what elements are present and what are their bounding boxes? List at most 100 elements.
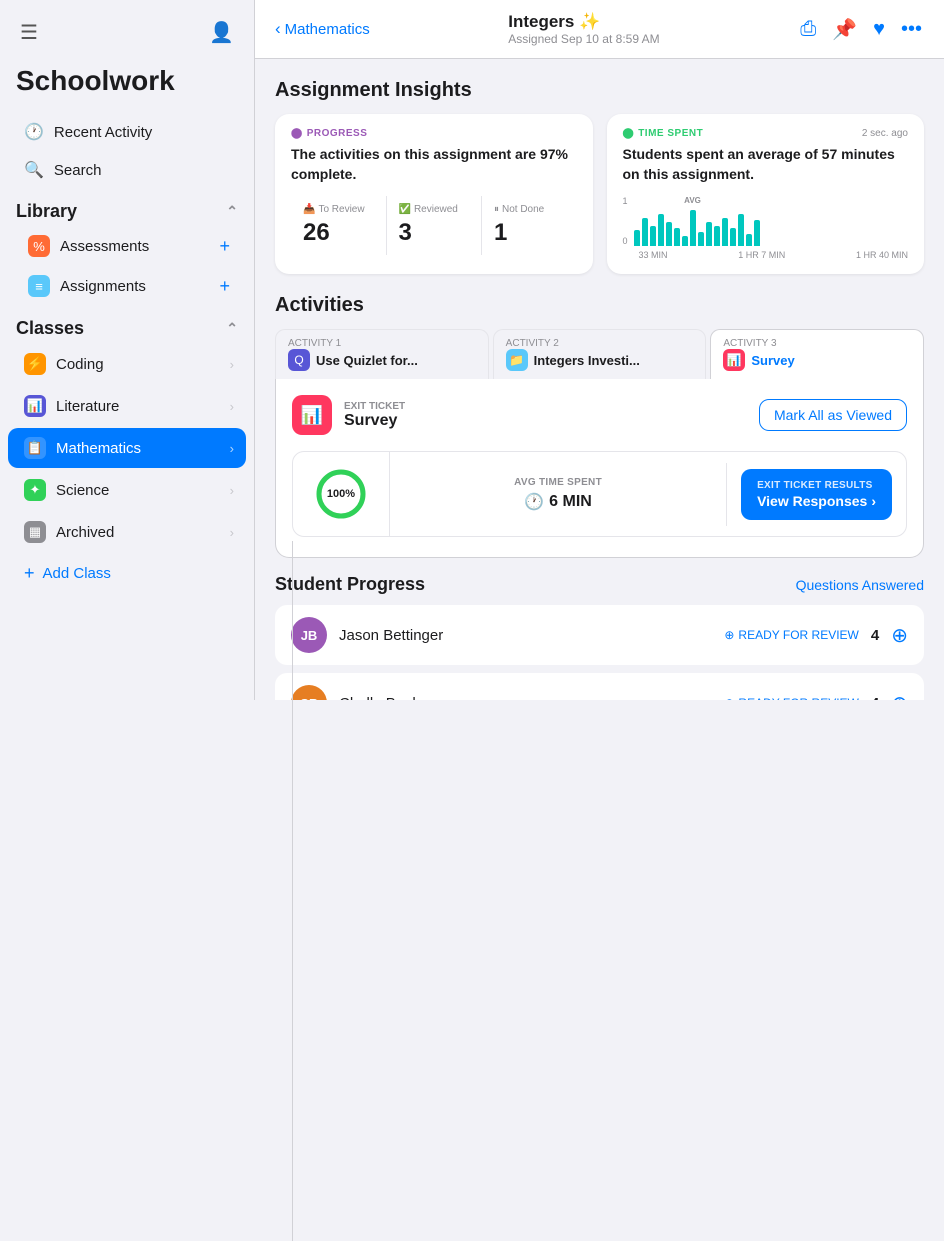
- student-progress-section: Student Progress Questions Answered JB J…: [275, 574, 924, 700]
- exit-ticket-label: EXIT TICKET: [344, 401, 405, 412]
- coding-class-icon: ⚡: [24, 353, 46, 375]
- assignments-icon: ≡: [28, 275, 50, 297]
- mark-all-viewed-button[interactable]: Mark All as Viewed: [759, 399, 907, 431]
- science-chevron-icon: ›: [230, 483, 234, 498]
- activity-content: 📊 EXIT TICKET Survey Mark All as Viewed: [275, 379, 924, 558]
- assigned-date: Assigned Sep 10 at 8:59 AM: [508, 32, 659, 46]
- library-section-title[interactable]: Library ⌃: [0, 189, 254, 226]
- progress-dot-icon: ⬤: [291, 128, 303, 139]
- avg-label: AVG: [684, 196, 701, 205]
- bar-4: [658, 214, 664, 246]
- folder-icon: 📁: [506, 349, 528, 371]
- exit-ticket-icon: 📊: [292, 395, 332, 435]
- time-dot-icon: ⬤: [623, 128, 635, 139]
- chart-label-2: 1 HR 7 MIN: [738, 250, 785, 260]
- clock-small-icon: 🕐: [524, 492, 544, 512]
- chart-label-1: 33 MIN: [639, 250, 668, 260]
- archived-chevron-icon: ›: [230, 525, 234, 540]
- bar-10: [714, 226, 720, 246]
- ready-badge-jb: ⊕ READY FOR REVIEW: [724, 628, 859, 642]
- main-content: ‹ Mathematics Integers ✨ Assigned Sep 10…: [255, 0, 944, 700]
- favorite-button[interactable]: ♥: [871, 16, 887, 43]
- bar-11: [722, 218, 728, 246]
- survey-tab-icon: 📊: [723, 349, 745, 371]
- inbox-icon: 📥: [303, 204, 315, 215]
- activities-section: Activities ACTIVITY 1 Q Use Quizlet for.…: [275, 294, 924, 558]
- assessments-icon: %: [28, 235, 50, 257]
- student-progress-title: Student Progress: [275, 574, 425, 595]
- time-ago: 2 sec. ago: [862, 128, 908, 139]
- activity-tab-1[interactable]: ACTIVITY 1 Q Use Quizlet for...: [275, 329, 489, 379]
- bar-5: [666, 222, 672, 246]
- bar-2: [642, 218, 648, 246]
- sidebar-item-mathematics[interactable]: 📋 Mathematics ›: [8, 428, 246, 468]
- share-button[interactable]: ⎙: [798, 16, 818, 43]
- questions-answered-link[interactable]: Questions Answered: [796, 577, 924, 593]
- student-score-cb: 4: [871, 695, 879, 700]
- insights-row: ⬤ PROGRESS The activities on this assign…: [275, 114, 924, 274]
- metrics-row: 100% AVG TIME SPENT 🕐 6 MIN: [292, 451, 907, 537]
- activity-tab-3[interactable]: ACTIVITY 3 📊 Survey: [710, 329, 924, 379]
- user-profile-button[interactable]: 👤: [205, 16, 238, 49]
- student-row-cb: CB Chella Boehm ⊕ READY FOR REVIEW 4 ⊕: [275, 673, 924, 700]
- view-responses-action: View Responses ›: [757, 492, 876, 510]
- more-options-button[interactable]: •••: [899, 16, 924, 43]
- bar-chart-labels: 33 MIN 1 HR 7 MIN 1 HR 40 MIN: [623, 250, 909, 260]
- view-responses-label: EXIT TICKET RESULTS: [757, 479, 876, 492]
- avg-time-label: AVG TIME SPENT: [514, 477, 602, 488]
- stats-row: 📥 To Review 26 ✅ Reviewed 3: [291, 196, 577, 255]
- insights-section-title: Assignment Insights: [275, 79, 924, 102]
- bar-chart: 10 AVG: [623, 196, 909, 246]
- classes-section-title[interactable]: Classes ⌃: [0, 306, 254, 343]
- quizlet-icon: Q: [288, 349, 310, 371]
- activity-tab-2[interactable]: ACTIVITY 2 📁 Integers Investi...: [493, 329, 707, 379]
- pause-icon: ⏸: [494, 204, 499, 215]
- bar-6: [674, 228, 680, 246]
- not-done-label: ⏸ Not Done: [494, 204, 565, 215]
- plus-icon: +: [24, 563, 35, 584]
- bar-7: [682, 236, 688, 246]
- add-assessment-icon[interactable]: +: [219, 236, 230, 257]
- time-text: Students spent an average of 57 minutes …: [623, 145, 909, 184]
- sidebar-item-recent[interactable]: 🕐 Recent Activity: [8, 114, 246, 150]
- student-score-jb: 4: [871, 627, 879, 644]
- activities-section-title: Activities: [275, 294, 924, 317]
- bar-13: [738, 214, 744, 246]
- act1-num: ACTIVITY 1: [288, 338, 476, 349]
- student-name-jb: Jason Bettinger: [339, 627, 443, 644]
- library-item-assignments[interactable]: ≡ Assignments +: [8, 267, 246, 305]
- back-button[interactable]: ‹ Mathematics: [275, 19, 370, 39]
- sidebar-item-coding[interactable]: ⚡ Coding ›: [8, 344, 246, 384]
- view-responses-button[interactable]: EXIT TICKET RESULTS View Responses ›: [741, 469, 892, 520]
- sidebar-item-literature[interactable]: 📊 Literature ›: [8, 386, 246, 426]
- sidebar: ☰ 👤 Schoolwork 🕐 Recent Activity 🔍 Searc…: [0, 0, 255, 700]
- coding-chevron-icon: ›: [230, 357, 234, 372]
- bar-14: [746, 234, 752, 246]
- student-avatar-cb: CB: [291, 685, 327, 700]
- sidebar-item-archived[interactable]: ▦ Archived ›: [8, 512, 246, 552]
- act2-num: ACTIVITY 2: [506, 338, 694, 349]
- pin-button[interactable]: 📌: [830, 15, 859, 44]
- progress-tag: ⬤ PROGRESS: [291, 128, 577, 139]
- time-tag: ⬤ TIME SPENT: [623, 128, 704, 139]
- header-center: Integers ✨ Assigned Sep 10 at 8:59 AM: [508, 12, 659, 46]
- back-chevron-icon: ‹: [275, 19, 281, 39]
- student-name-cb: Chella Boehm: [339, 695, 433, 700]
- sidebar-item-search[interactable]: 🔍 Search: [8, 152, 246, 188]
- check-icon: ✅: [399, 204, 411, 215]
- student-more-button-jb[interactable]: ⊕: [891, 623, 908, 648]
- library-chevron-icon: ⌃: [226, 203, 238, 220]
- completion-circle: 100%: [313, 466, 369, 522]
- add-assignment-icon[interactable]: +: [219, 276, 230, 297]
- sidebar-item-science[interactable]: ✦ Science ›: [8, 470, 246, 510]
- sidebar-toggle-button[interactable]: ☰: [16, 16, 42, 49]
- student-avatar-jb: JB: [291, 617, 327, 653]
- library-item-assessments[interactable]: % Assessments +: [8, 227, 246, 265]
- reviewed-stat: ✅ Reviewed 3: [387, 196, 483, 255]
- student-more-button-cb[interactable]: ⊕: [891, 691, 908, 700]
- page-title: Integers ✨: [508, 12, 659, 32]
- bar-avg: AVG: [690, 210, 696, 246]
- ready-badge-cb: ⊕ READY FOR REVIEW: [724, 696, 859, 700]
- add-class-button[interactable]: + Add Class: [8, 554, 246, 593]
- literature-chevron-icon: ›: [230, 399, 234, 414]
